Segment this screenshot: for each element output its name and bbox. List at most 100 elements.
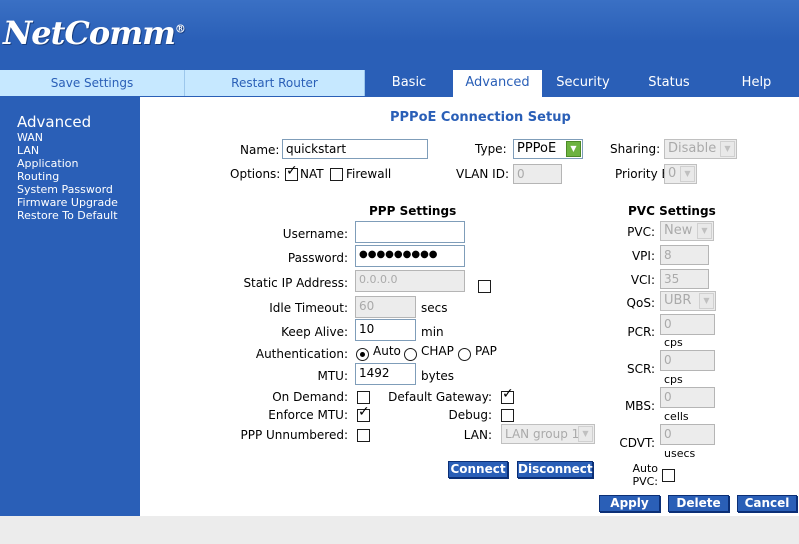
sidebar-item-routing[interactable]: Routing [17, 170, 59, 183]
auth-pap-radio[interactable] [458, 348, 471, 361]
idle-timeout-unit: secs [421, 301, 448, 315]
sharing-select-value: Disable [668, 141, 717, 156]
sharing-label: Sharing: [610, 142, 661, 156]
username-input[interactable] [355, 221, 465, 243]
sidebar-title: Advanced [17, 113, 92, 131]
mtu-input[interactable]: 1492 [355, 363, 416, 385]
keep-alive-unit: min [421, 325, 444, 339]
auth-auto-label: Auto [373, 344, 401, 358]
qos-label: QoS: [626, 296, 655, 310]
vlan-id-label: VLAN ID: [456, 167, 509, 181]
sidebar-item-system-password[interactable]: System Password [17, 183, 113, 196]
apply-button[interactable]: Apply [599, 495, 660, 512]
name-label: Name: [240, 143, 280, 157]
enforce-mtu-label: Enforce MTU: [268, 408, 348, 422]
keep-alive-label: Keep Alive: [281, 325, 348, 339]
nat-label: NAT [300, 167, 324, 181]
disconnect-button[interactable]: Disconnect [517, 461, 593, 478]
scr-label: SCR: [626, 362, 655, 376]
cdvt-unit: usecs [664, 447, 696, 460]
sidebar-item-restore-default[interactable]: Restore To Default [17, 209, 118, 222]
default-gateway-label: Default Gateway: [388, 390, 492, 404]
delete-button[interactable]: Delete [668, 495, 729, 512]
options-label: Options: [230, 167, 281, 181]
tab-help[interactable]: Help [714, 70, 799, 96]
debug-checkbox[interactable] [501, 409, 514, 422]
chevron-down-icon: ▼ [720, 141, 735, 157]
pvc-label: PVC: [627, 225, 655, 239]
name-input[interactable]: quickstart [282, 139, 428, 159]
firewall-label: Firewall [346, 167, 392, 181]
keep-alive-input[interactable]: 10 [355, 319, 416, 341]
ppp-unnumbered-label: PPP Unnumbered: [240, 428, 348, 442]
qos-select[interactable]: UBR ▼ [660, 291, 716, 311]
password-label: Password: [287, 251, 348, 265]
pcr-label: PCR: [627, 325, 655, 339]
vpi-input[interactable]: 8 [660, 245, 709, 265]
priority-bits-select[interactable]: 0 ▼ [664, 164, 697, 184]
scr-input[interactable]: 0 [660, 350, 715, 371]
mbs-unit: cells [664, 410, 689, 423]
sidebar-item-lan[interactable]: LAN [17, 144, 39, 157]
vci-input[interactable]: 35 [660, 269, 709, 289]
checkmark-icon: ✓ [358, 404, 370, 420]
type-label: Type: [475, 142, 507, 156]
lan-label: LAN: [463, 428, 492, 442]
auto-pvc-label-line1: Auto [632, 462, 658, 475]
pvc-settings-title: PVC Settings [628, 204, 716, 218]
sidebar-item-firmware-upgrade[interactable]: Firmware Upgrade [17, 196, 118, 209]
radio-selected-dot [360, 352, 365, 357]
authentication-label: Authentication: [255, 347, 348, 361]
idle-timeout-input[interactable]: 60 [355, 296, 416, 318]
chevron-down-icon: ▼ [566, 141, 581, 157]
save-settings-link[interactable]: Save Settings [0, 70, 185, 96]
netcomm-logo: NetComm® [3, 14, 186, 52]
pvc-select[interactable]: New ▼ [660, 221, 714, 241]
password-input[interactable]: ●●●●●●●●● [355, 245, 465, 267]
tab-basic[interactable]: Basic [365, 70, 453, 96]
firewall-checkbox[interactable] [330, 168, 343, 181]
auto-pvc-label-line2: PVC: [632, 475, 658, 488]
logo-registered-mark: ® [174, 22, 186, 36]
username-label: Username: [282, 227, 348, 241]
static-ip-checkbox[interactable] [478, 280, 491, 293]
auth-auto-radio[interactable] [356, 348, 369, 361]
scr-unit: cps [664, 373, 683, 386]
vlan-id-input[interactable]: 0 [513, 164, 562, 184]
default-gateway-checkbox[interactable]: ✓ [501, 387, 514, 404]
lan-group-select[interactable]: LAN group 1 ▼ [501, 424, 595, 444]
static-ip-label: Static IP Address: [243, 276, 348, 290]
restart-router-link[interactable]: Restart Router [185, 70, 365, 96]
auto-pvc-checkbox[interactable] [662, 469, 675, 482]
idle-timeout-label: Idle Timeout: [269, 301, 348, 315]
mbs-label: MBS: [624, 399, 655, 413]
checkmark-icon: ✓ [502, 386, 514, 402]
tab-advanced[interactable]: Advanced [453, 70, 542, 98]
connect-button[interactable]: Connect [448, 461, 508, 478]
on-demand-label: On Demand: [272, 390, 348, 404]
type-select[interactable]: PPPoE ▼ [513, 139, 583, 159]
pcr-input[interactable]: 0 [660, 314, 715, 335]
cdvt-label: CDVT: [619, 436, 655, 450]
cancel-button[interactable]: Cancel [737, 495, 797, 512]
sidebar-item-wan[interactable]: WAN [17, 131, 43, 144]
ppp-unnumbered-checkbox[interactable] [357, 429, 370, 442]
static-ip-input[interactable]: 0.0.0.0 [355, 270, 465, 292]
enforce-mtu-checkbox[interactable]: ✓ [357, 405, 370, 422]
lan-group-value: LAN group 1 [505, 427, 580, 441]
sharing-select[interactable]: Disable ▼ [664, 139, 737, 159]
mbs-input[interactable]: 0 [660, 387, 715, 408]
sidebar-item-application[interactable]: Application [17, 157, 78, 170]
auth-chap-radio[interactable] [404, 348, 417, 361]
mtu-unit: bytes [421, 369, 455, 383]
cdvt-input[interactable]: 0 [660, 424, 715, 445]
on-demand-checkbox[interactable] [357, 391, 370, 404]
nat-checkbox[interactable]: ✓ [285, 164, 298, 181]
pcr-unit: cps [664, 336, 683, 349]
type-select-value: PPPoE [517, 141, 557, 156]
qos-select-value: UBR [664, 293, 692, 308]
chevron-down-icon: ▼ [578, 426, 593, 442]
vpi-label: VPI: [631, 249, 655, 263]
tab-status[interactable]: Status [624, 70, 714, 96]
tab-security[interactable]: Security [542, 70, 624, 96]
